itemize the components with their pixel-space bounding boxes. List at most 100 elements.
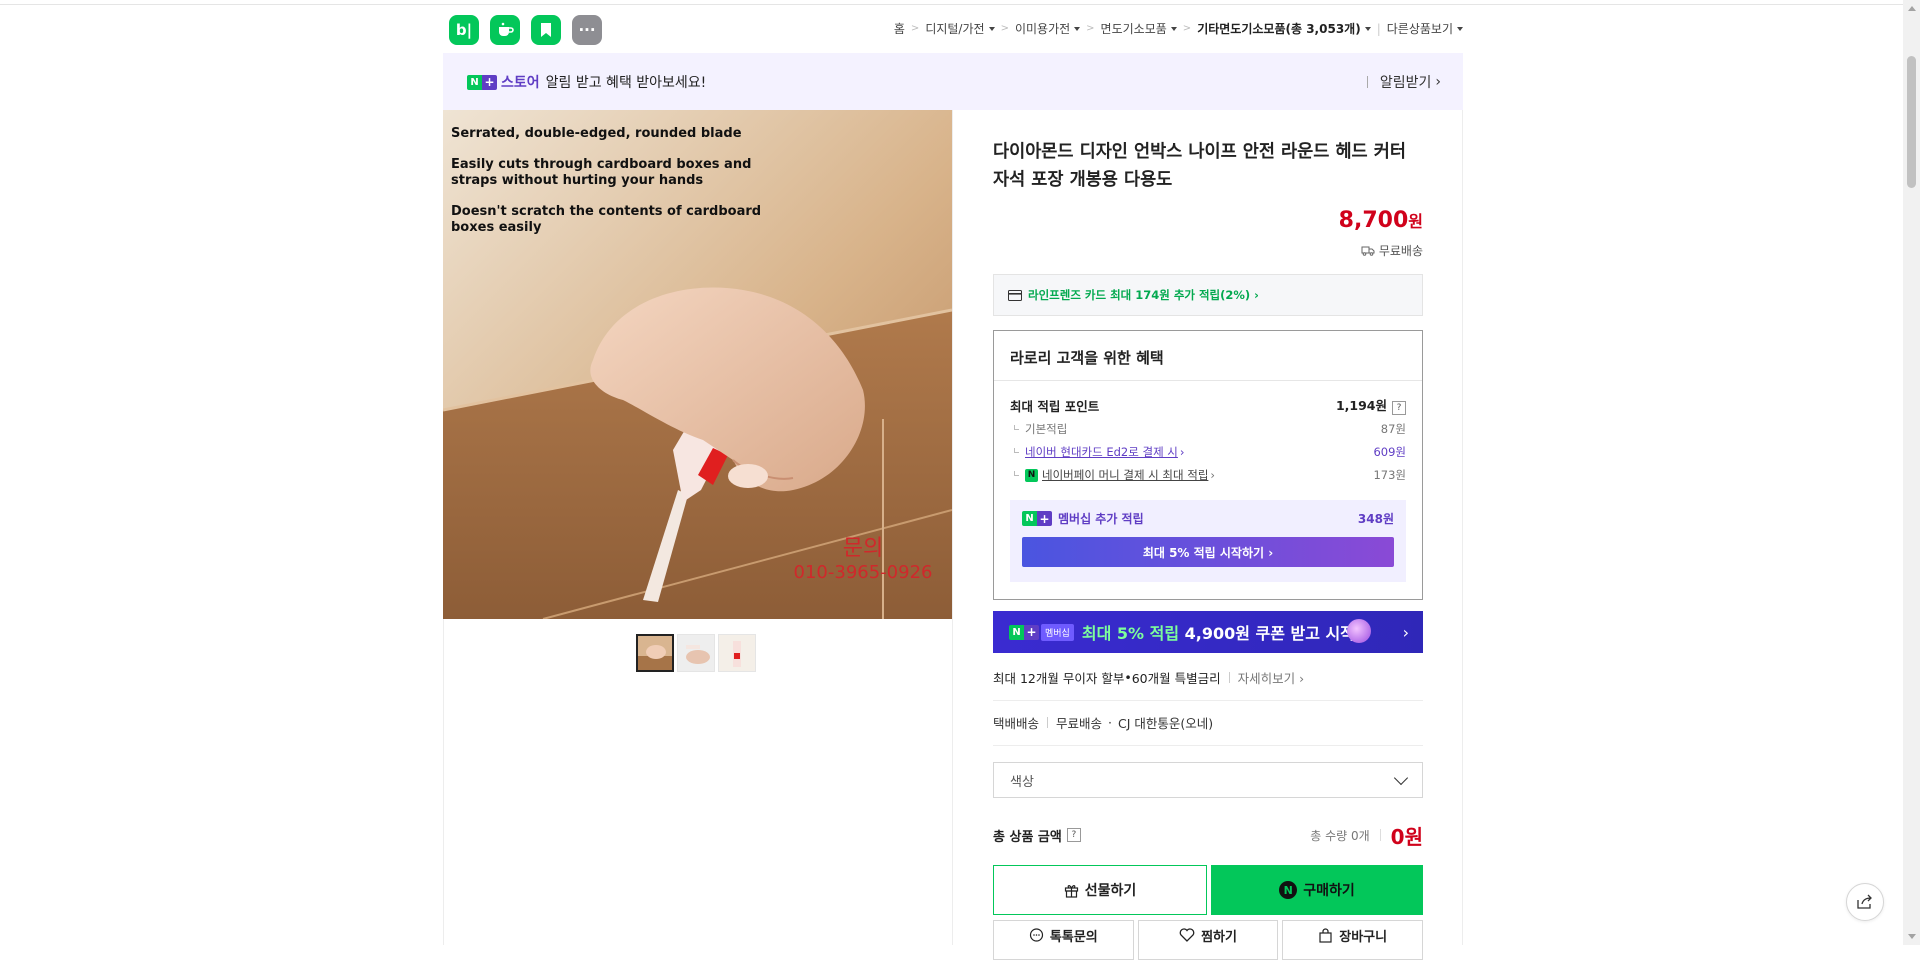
buy-button[interactable]: N 구매하기 [1211, 865, 1423, 915]
installment-info: 최대 12개월 무이자 할부 • 60개월 특별금리 자세히보기 › [993, 668, 1423, 687]
base-points-label-wrap: 기본적립 [1010, 421, 1067, 437]
breadcrumb-digital-label: 디지털/가전 [925, 22, 985, 36]
breadcrumb-digital[interactable]: 디지털/가전 [925, 20, 995, 37]
max-points-value: 1,194원 [1335, 398, 1387, 413]
naver-n-mark: N [1009, 624, 1024, 640]
breadcrumb-separator: > [1182, 23, 1192, 34]
hyundai-card-label-wrap: 네이버 현대카드 Ed2로 결제 시 › [1010, 444, 1185, 460]
total-label: 총 상품 금액 [993, 829, 1062, 845]
image-caption-2: Easily cuts through cardboard boxes and s… [451, 157, 761, 189]
gift-orb-icon [1347, 619, 1371, 643]
price-unit: 원 [1408, 212, 1423, 231]
product-price: 8,700원 [1339, 208, 1423, 233]
total-quantity: 총 수량 0개 [1310, 828, 1370, 843]
plus-mark: + [482, 74, 497, 90]
naver-pay-icon: N [1279, 881, 1298, 899]
breadcrumb-home[interactable]: 홈 [894, 20, 905, 37]
store-message-text: 알림 받고 혜택 받아보세요! [545, 75, 707, 91]
naver-plus-logo: N + [1009, 624, 1039, 640]
more-apps-label: ··· [578, 21, 596, 39]
thumbnail-2[interactable] [677, 634, 715, 672]
scroll-up-icon[interactable] [1908, 6, 1916, 11]
cafe-icon[interactable] [490, 15, 520, 45]
shipping-fee: 무료배송 [1056, 716, 1103, 731]
thumbnail-3[interactable] [718, 634, 756, 672]
membership-row: N + 멤버십 추가 적립 348원 [1022, 510, 1394, 527]
product-main-image[interactable]: Serrated, double-edged, rounded blade Ea… [443, 110, 952, 619]
plus-mark: + [1024, 624, 1039, 640]
help-icon[interactable]: ? [1066, 828, 1081, 842]
caret-down-icon [988, 26, 995, 31]
talk-inquiry-button[interactable]: 톡톡문의 [993, 920, 1134, 960]
share-button[interactable] [1846, 883, 1884, 921]
purchase-buttons: 선물하기 N 구매하기 [993, 865, 1423, 915]
npay-link[interactable]: 네이버페이 머니 결제 시 최대 적립 [1042, 467, 1208, 483]
vertical-scrollbar[interactable] [1903, 0, 1920, 945]
promo-text-a: 최대 [1081, 624, 1117, 643]
max-points-value-wrap: 1,194원? [1336, 395, 1406, 415]
membership-start-button[interactable]: 최대 5% 적립 시작하기 › [1022, 537, 1394, 567]
blog-icon-label: b| [455, 21, 473, 39]
image-contact-watermark: 문의 010-3965-0926 [783, 530, 943, 583]
cart-button[interactable]: 장바구니 [1282, 920, 1424, 960]
color-option-select[interactable]: 색상 [993, 762, 1423, 798]
total-price-row: 총 상품 금액 ? 총 수량 0개 0원 [993, 820, 1423, 850]
scroll-down-icon[interactable] [1908, 934, 1916, 939]
naver-plus-logo: N + [1022, 511, 1052, 526]
store-alarm-banner: N + 스토어 알림 받고 혜택 받아보세요! 알림받기 › [443, 53, 1463, 110]
scrollbar-thumb[interactable] [1907, 56, 1916, 188]
top-border [0, 0, 1920, 5]
base-points-value: 87원 [1380, 422, 1406, 436]
more-apps-icon[interactable]: ··· [572, 15, 602, 45]
free-shipping-label: 무료배송 [1378, 244, 1423, 258]
hyundai-card-link[interactable]: 네이버 현대카드 Ed2로 결제 시 [1025, 444, 1178, 460]
benefit-heading: 라로리 고객을 위한 혜택 [994, 331, 1422, 381]
section-divider [993, 700, 1423, 701]
breadcrumb-shaver[interactable]: 면도기소모품 [1101, 20, 1177, 37]
card-offer-banner[interactable]: 라인프렌즈 카드 최대 174원 추가 적립(2%) › [993, 274, 1423, 316]
shipping-divider [1047, 717, 1049, 728]
wish-button[interactable]: 찜하기 [1137, 920, 1279, 960]
thumbnail-1[interactable] [636, 634, 674, 672]
promo-text-c: 4,900원 쿠폰 받고 시작 [1179, 624, 1355, 643]
breadcrumb-beauty[interactable]: 이미용가전 [1015, 20, 1081, 37]
cart-button-label: 장바구니 [1339, 929, 1388, 945]
base-points-label: 기본적립 [1025, 422, 1068, 436]
shipping-dot: · [1108, 715, 1113, 730]
wish-button-label: 찜하기 [1201, 929, 1237, 945]
free-shipping-tag: 무료배송 [1361, 242, 1423, 259]
breadcrumb-shaver-label: 면도기소모품 [1100, 22, 1167, 36]
alarm-button[interactable]: 알림받기 › [1366, 72, 1441, 92]
membership-coupon-banner[interactable]: N + 멤버십 최대 5% 적립 4,900원 쿠폰 받고 시작 › [993, 611, 1423, 653]
membership-tag: 멤버십 [1041, 623, 1074, 641]
npay-icon: N [1025, 468, 1038, 482]
gift-button[interactable]: 선물하기 [993, 865, 1207, 915]
installment-divider [1228, 672, 1230, 683]
membership-label-wrap: N + 멤버십 추가 적립 [1022, 510, 1144, 527]
contact-phone: 010-3965-0926 [793, 562, 933, 583]
plus-mark: + [1037, 511, 1052, 526]
help-icon[interactable]: ? [1392, 401, 1406, 415]
thumbnail-2-image [678, 635, 714, 671]
caret-down-icon [1170, 26, 1177, 31]
alarm-label: 알림받기 [1379, 75, 1432, 91]
chevron-right-icon: › [1402, 623, 1409, 642]
breadcrumb-current[interactable]: 기타면도기소모품(총 3,053개) [1197, 20, 1371, 37]
total-amount: 0원 [1390, 824, 1423, 849]
alarm-divider [1366, 76, 1368, 88]
talk-inquiry-label: 톡톡문의 [1049, 929, 1098, 945]
image-caption-1: Serrated, double-edged, rounded blade [451, 126, 742, 141]
breadcrumb-separator: > [910, 23, 920, 34]
installment-more-link[interactable]: 자세히보기 › [1238, 668, 1304, 687]
image-caption-2a: Easily cuts through cardboard boxes and [451, 157, 752, 172]
blog-icon[interactable]: b| [449, 15, 479, 45]
image-caption-block: Serrated, double-edged, rounded blade Ea… [451, 126, 761, 251]
bookmark-icon[interactable] [531, 15, 561, 45]
membership-value: 348원 [1357, 512, 1394, 526]
other-products-label: 다른상품보기 [1386, 22, 1453, 36]
other-products-link[interactable]: 다른상품보기 [1387, 20, 1463, 37]
chevron-right-icon: › [1179, 445, 1185, 459]
thumbnail-1-image [638, 636, 672, 670]
caret-down-icon [1457, 26, 1463, 31]
installment-dot: • [1124, 670, 1132, 685]
